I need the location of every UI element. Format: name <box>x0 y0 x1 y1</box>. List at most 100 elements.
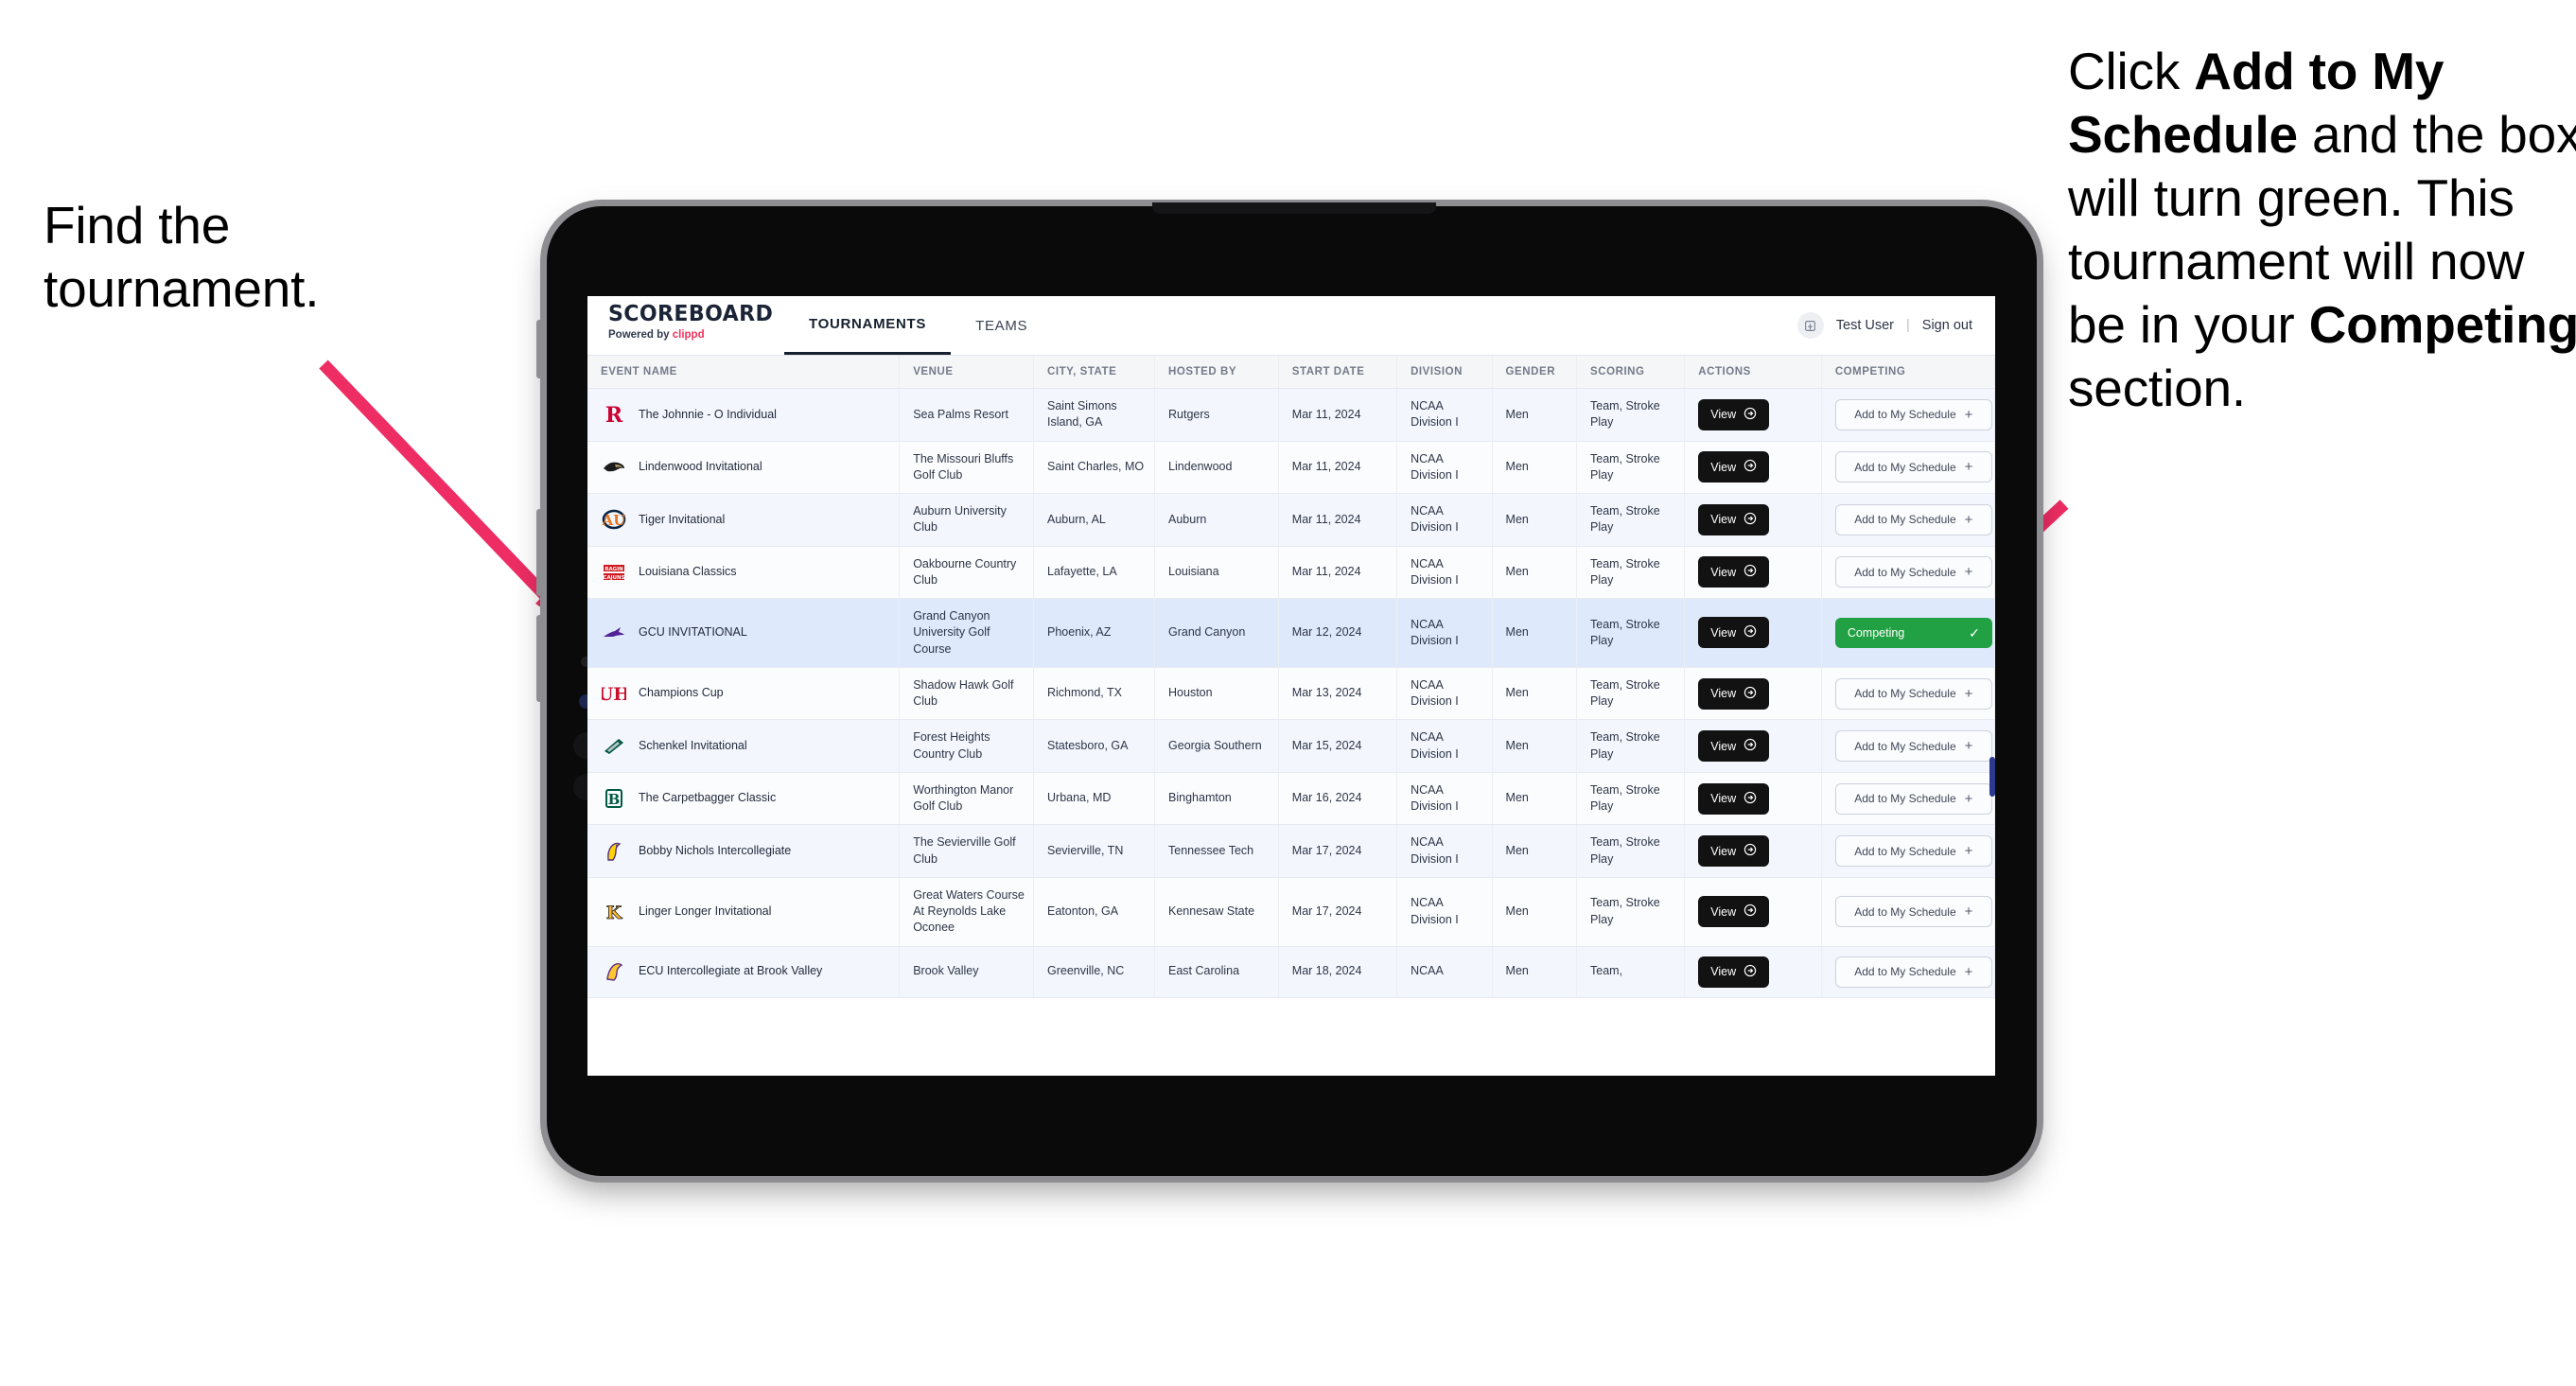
view-button[interactable]: View <box>1698 835 1770 867</box>
cell-start-date: Mar 17, 2024 <box>1278 824 1398 878</box>
add-to-my-schedule-button[interactable]: Add to My Schedule + <box>1834 451 1992 483</box>
cell-event-name: UH Champions Cup <box>587 667 901 721</box>
tournaments-table: EVENT NAME VENUE CITY, STATE HOSTED BY S… <box>587 356 1995 998</box>
add-label: Add to My Schedule <box>1854 965 1956 978</box>
event-name-label: Lindenwood Invitational <box>639 460 762 474</box>
view-button[interactable]: View <box>1698 730 1770 762</box>
col-gender[interactable]: GENDER <box>1492 356 1578 389</box>
cell-gender: Men <box>1492 546 1578 599</box>
cell-start-date: Mar 17, 2024 <box>1278 877 1398 947</box>
plus-icon: + <box>1964 843 1973 859</box>
competing-label: Competing <box>1847 625 1905 640</box>
event-name-label: The Johnnie - O Individual <box>639 407 777 421</box>
table-row[interactable]: R The Johnnie - O Individual Sea Palms R… <box>587 388 1995 442</box>
cell-event-name: AU Tiger Invitational <box>587 493 901 547</box>
cell-venue: The Sevierville Golf Club <box>899 824 1034 878</box>
cell-hosted-by: Kennesaw State <box>1154 877 1279 947</box>
gcu-logo <box>601 620 626 645</box>
arrow-circle-right-icon <box>1744 843 1757 859</box>
cell-actions: View <box>1684 877 1822 947</box>
table-row[interactable]: B The Carpetbagger Classic Worthington M… <box>587 772 1995 826</box>
cell-competing: Add to My Schedule + <box>1821 824 1995 878</box>
col-hosted-by[interactable]: HOSTED BY <box>1154 356 1279 389</box>
view-label: View <box>1710 739 1737 753</box>
cell-gender: Men <box>1492 772 1578 826</box>
col-start-date[interactable]: START DATE <box>1278 356 1398 389</box>
svg-text:CAJUNS: CAJUNS <box>603 575 624 581</box>
event-name-label: The Carpetbagger Classic <box>639 791 777 805</box>
table-row[interactable]: GCU INVITATIONAL Grand Canyon University… <box>587 598 1995 668</box>
arrow-circle-right-icon <box>1744 512 1757 528</box>
cell-start-date: Mar 11, 2024 <box>1278 441 1398 494</box>
competing-button[interactable]: Competing ✓ <box>1834 617 1992 648</box>
lindenwood-logo <box>601 454 626 480</box>
cell-city-state: Greenville, NC <box>1033 946 1156 998</box>
cell-division: NCAA Division I <box>1396 877 1493 947</box>
rutgers-logo: R <box>601 402 626 428</box>
cell-competing: Add to My Schedule + <box>1821 719 1995 773</box>
add-to-my-schedule-button[interactable]: Add to My Schedule + <box>1834 503 1992 535</box>
add-to-my-schedule-button[interactable]: Add to My Schedule + <box>1834 835 1992 867</box>
add-to-my-schedule-button[interactable]: Add to My Schedule + <box>1834 398 1992 430</box>
add-label: Add to My Schedule <box>1854 408 1956 422</box>
power-button[interactable] <box>536 320 543 378</box>
col-city-state[interactable]: CITY, STATE <box>1033 356 1156 389</box>
cell-scoring: Team, Stroke Play <box>1576 441 1686 494</box>
add-to-my-schedule-button[interactable]: Add to My Schedule + <box>1834 896 1992 928</box>
add-label: Add to My Schedule <box>1854 565 1956 579</box>
view-label: View <box>1710 904 1737 919</box>
cell-city-state: Phoenix, AZ <box>1033 598 1156 668</box>
table-row[interactable]: RAGIN CAJUNS Louisiana Classics Oakbourne… <box>587 546 1995 599</box>
table-row[interactable]: ECU Intercollegiate at Brook Valley Broo… <box>587 946 1995 998</box>
add-to-my-schedule-button[interactable]: Add to My Schedule + <box>1834 956 1992 988</box>
louisiana-logo: RAGIN CAJUNS <box>601 559 626 585</box>
add-to-my-schedule-button[interactable]: Add to My Schedule + <box>1834 556 1992 588</box>
view-button[interactable]: View <box>1698 956 1770 988</box>
vertical-scrollbar[interactable] <box>1989 757 1995 797</box>
view-button[interactable]: View <box>1698 677 1770 710</box>
brand-title: SCOREBOARD <box>608 302 774 326</box>
plus-icon: + <box>1964 790 1973 807</box>
svg-text:B: B <box>607 791 620 808</box>
sign-out-link[interactable]: Sign out <box>1922 318 1972 333</box>
table-row[interactable]: K Linger Longer Invitational Great Water… <box>587 877 1995 947</box>
view-button[interactable]: View <box>1698 617 1770 649</box>
col-event-name[interactable]: EVENT NAME <box>587 356 901 389</box>
user-avatar-icon[interactable] <box>1796 312 1824 339</box>
svg-text:R: R <box>605 403 622 427</box>
add-to-my-schedule-button[interactable]: Add to My Schedule + <box>1834 782 1992 815</box>
cell-gender: Men <box>1492 388 1578 442</box>
table-row[interactable]: Lindenwood Invitational The Missouri Blu… <box>587 441 1995 494</box>
add-to-my-schedule-button[interactable]: Add to My Schedule + <box>1834 677 1992 710</box>
add-to-my-schedule-button[interactable]: Add to My Schedule + <box>1834 730 1992 762</box>
volume-down-button[interactable] <box>536 615 543 702</box>
view-button[interactable]: View <box>1698 556 1770 588</box>
col-venue[interactable]: VENUE <box>899 356 1034 389</box>
cell-actions: View <box>1684 946 1822 998</box>
app-screen: SCOREBOARD Powered by clippd TOURNAMENTS… <box>587 296 1995 1076</box>
view-button[interactable]: View <box>1698 503 1770 535</box>
col-scoring[interactable]: SCORING <box>1576 356 1686 389</box>
arrow-circle-right-icon <box>1744 904 1757 920</box>
event-name-label: ECU Intercollegiate at Brook Valley <box>639 964 823 978</box>
table-row[interactable]: Schenkel Invitational Forest Heights Cou… <box>587 719 1995 773</box>
event-name-label: Champions Cup <box>639 686 724 700</box>
tab-tournaments[interactable]: TOURNAMENTS <box>784 296 952 355</box>
cell-actions: View <box>1684 598 1822 668</box>
view-button[interactable]: View <box>1698 398 1770 430</box>
table-row[interactable]: AU Tiger Invitational Auburn University … <box>587 493 1995 547</box>
cell-venue: Auburn University Club <box>899 493 1034 547</box>
event-name-label: GCU INVITATIONAL <box>639 625 747 640</box>
view-button[interactable]: View <box>1698 896 1770 928</box>
cell-venue: The Missouri Bluffs Golf Club <box>899 441 1034 494</box>
view-button[interactable]: View <box>1698 782 1770 815</box>
svg-text:AU: AU <box>602 512 625 529</box>
tab-teams[interactable]: TEAMS <box>951 296 1052 355</box>
cell-scoring: Team, Stroke Play <box>1576 824 1686 878</box>
view-button[interactable]: View <box>1698 451 1770 483</box>
table-row[interactable]: Bobby Nichols Intercollegiate The Sevier… <box>587 824 1995 878</box>
cell-start-date: Mar 11, 2024 <box>1278 546 1398 599</box>
volume-up-button[interactable] <box>536 509 543 596</box>
col-division[interactable]: DIVISION <box>1396 356 1493 389</box>
table-row[interactable]: UH Champions Cup Shadow Hawk Golf Club R… <box>587 667 1995 721</box>
